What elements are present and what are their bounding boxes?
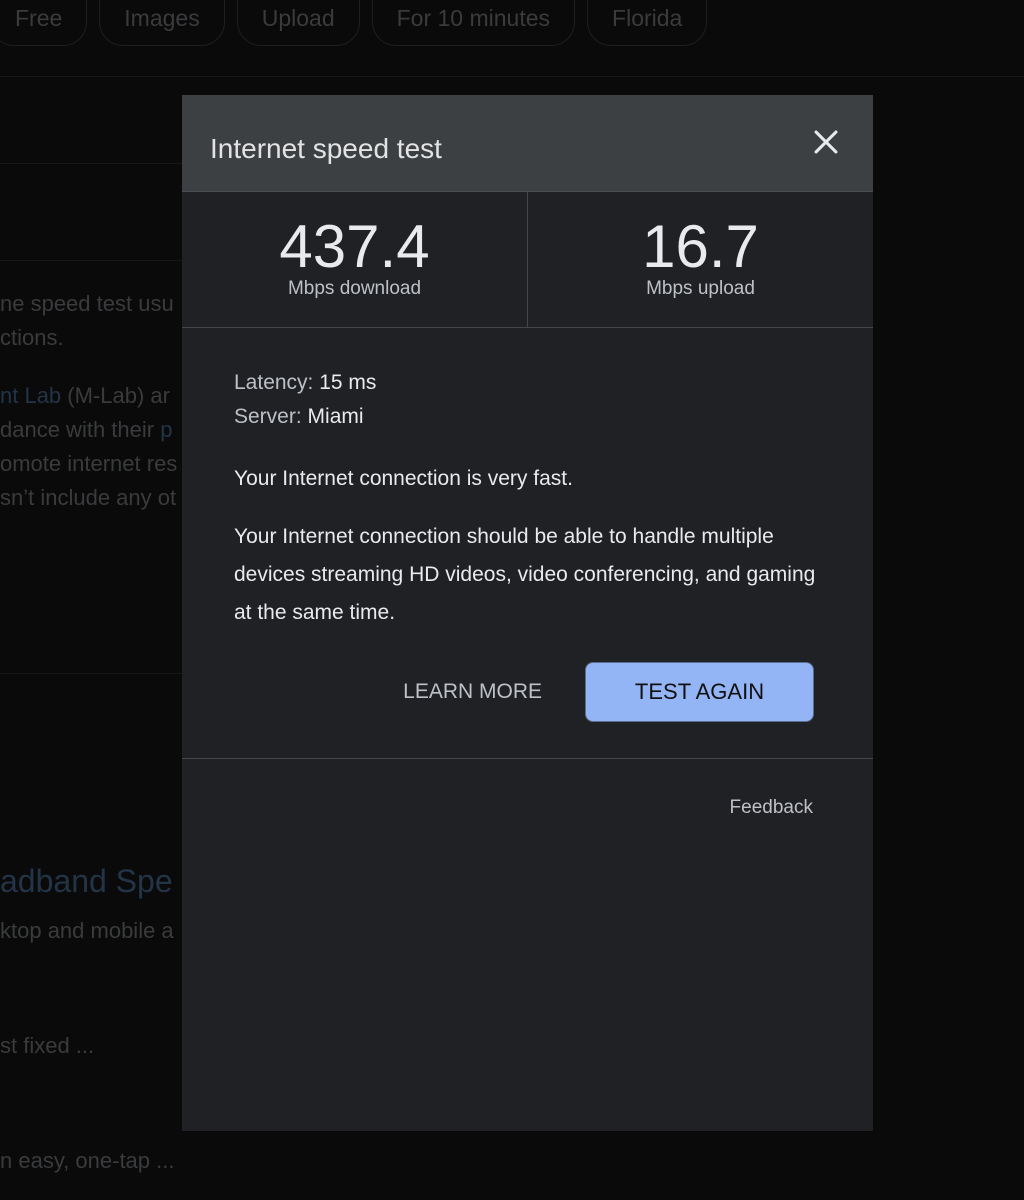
result-snippet: st fixed ... — [0, 1033, 95, 1058]
learn-more-button[interactable]: LEARN MORE — [403, 680, 542, 704]
upload-result: 16.7 Mbps upload — [527, 192, 873, 327]
test-again-button[interactable]: TEST AGAIN — [585, 662, 814, 722]
divider — [0, 163, 184, 164]
speed-test-dialog: Internet speed test 437.4 Mbps download … — [182, 95, 873, 1131]
close-icon[interactable] — [809, 125, 843, 159]
divider — [182, 758, 873, 759]
speed-results: 437.4 Mbps download 16.7 Mbps upload — [182, 192, 873, 328]
snippet-link[interactable]: p — [160, 417, 172, 442]
dialog-actions: LEARN MORE TEST AGAIN — [182, 662, 873, 722]
result-snippet: ktop and mobile a — [0, 918, 174, 943]
chip-for-10-minutes[interactable]: For 10 minutes — [371, 0, 576, 46]
divider — [0, 76, 1024, 77]
result-snippet: n easy, one-tap ... — [0, 1148, 175, 1173]
divider — [0, 260, 184, 261]
download-speed: 437.4 — [279, 213, 430, 280]
snippet-line: dance with their p — [0, 417, 173, 442]
summary-text: Your Internet connection is very fast. — [234, 467, 573, 490]
dialog-header: Internet speed test — [182, 95, 873, 192]
snippet-line: ne speed test usu — [0, 291, 174, 316]
chip-images[interactable]: Images — [99, 0, 225, 46]
background-snippet: ne speed test usu ctions. nt Lab (M-Lab)… — [0, 287, 177, 515]
filter-chips: Free Images Upload For 10 minutes Florid… — [0, 0, 708, 46]
dialog-title: Internet speed test — [210, 133, 442, 164]
result-details: Latency: 15 ms Server: Miami Your Intern… — [182, 328, 873, 632]
result-title-link[interactable]: adband Spe — [0, 864, 173, 898]
snippet-line: ctions. — [0, 325, 64, 350]
divider — [0, 673, 184, 674]
chip-upload[interactable]: Upload — [236, 0, 360, 46]
download-result: 437.4 Mbps download — [182, 192, 527, 327]
snippet-line: nt Lab (M-Lab) ar — [0, 383, 170, 408]
server: Server: Miami — [234, 405, 364, 428]
snippet-link[interactable]: nt Lab — [0, 383, 61, 408]
snippet-line: sn’t include any ot — [0, 485, 177, 510]
latency: Latency: 15 ms — [234, 371, 377, 394]
upload-speed: 16.7 — [642, 213, 759, 280]
chip-free[interactable]: Free — [0, 0, 88, 46]
snippet-line: omote internet res — [0, 451, 178, 476]
detail-text: Your Internet connection should be able … — [234, 525, 816, 624]
chip-florida[interactable]: Florida — [587, 0, 708, 46]
upload-unit: Mbps upload — [646, 278, 755, 299]
feedback-link[interactable]: Feedback — [730, 797, 813, 819]
download-unit: Mbps download — [287, 278, 422, 299]
